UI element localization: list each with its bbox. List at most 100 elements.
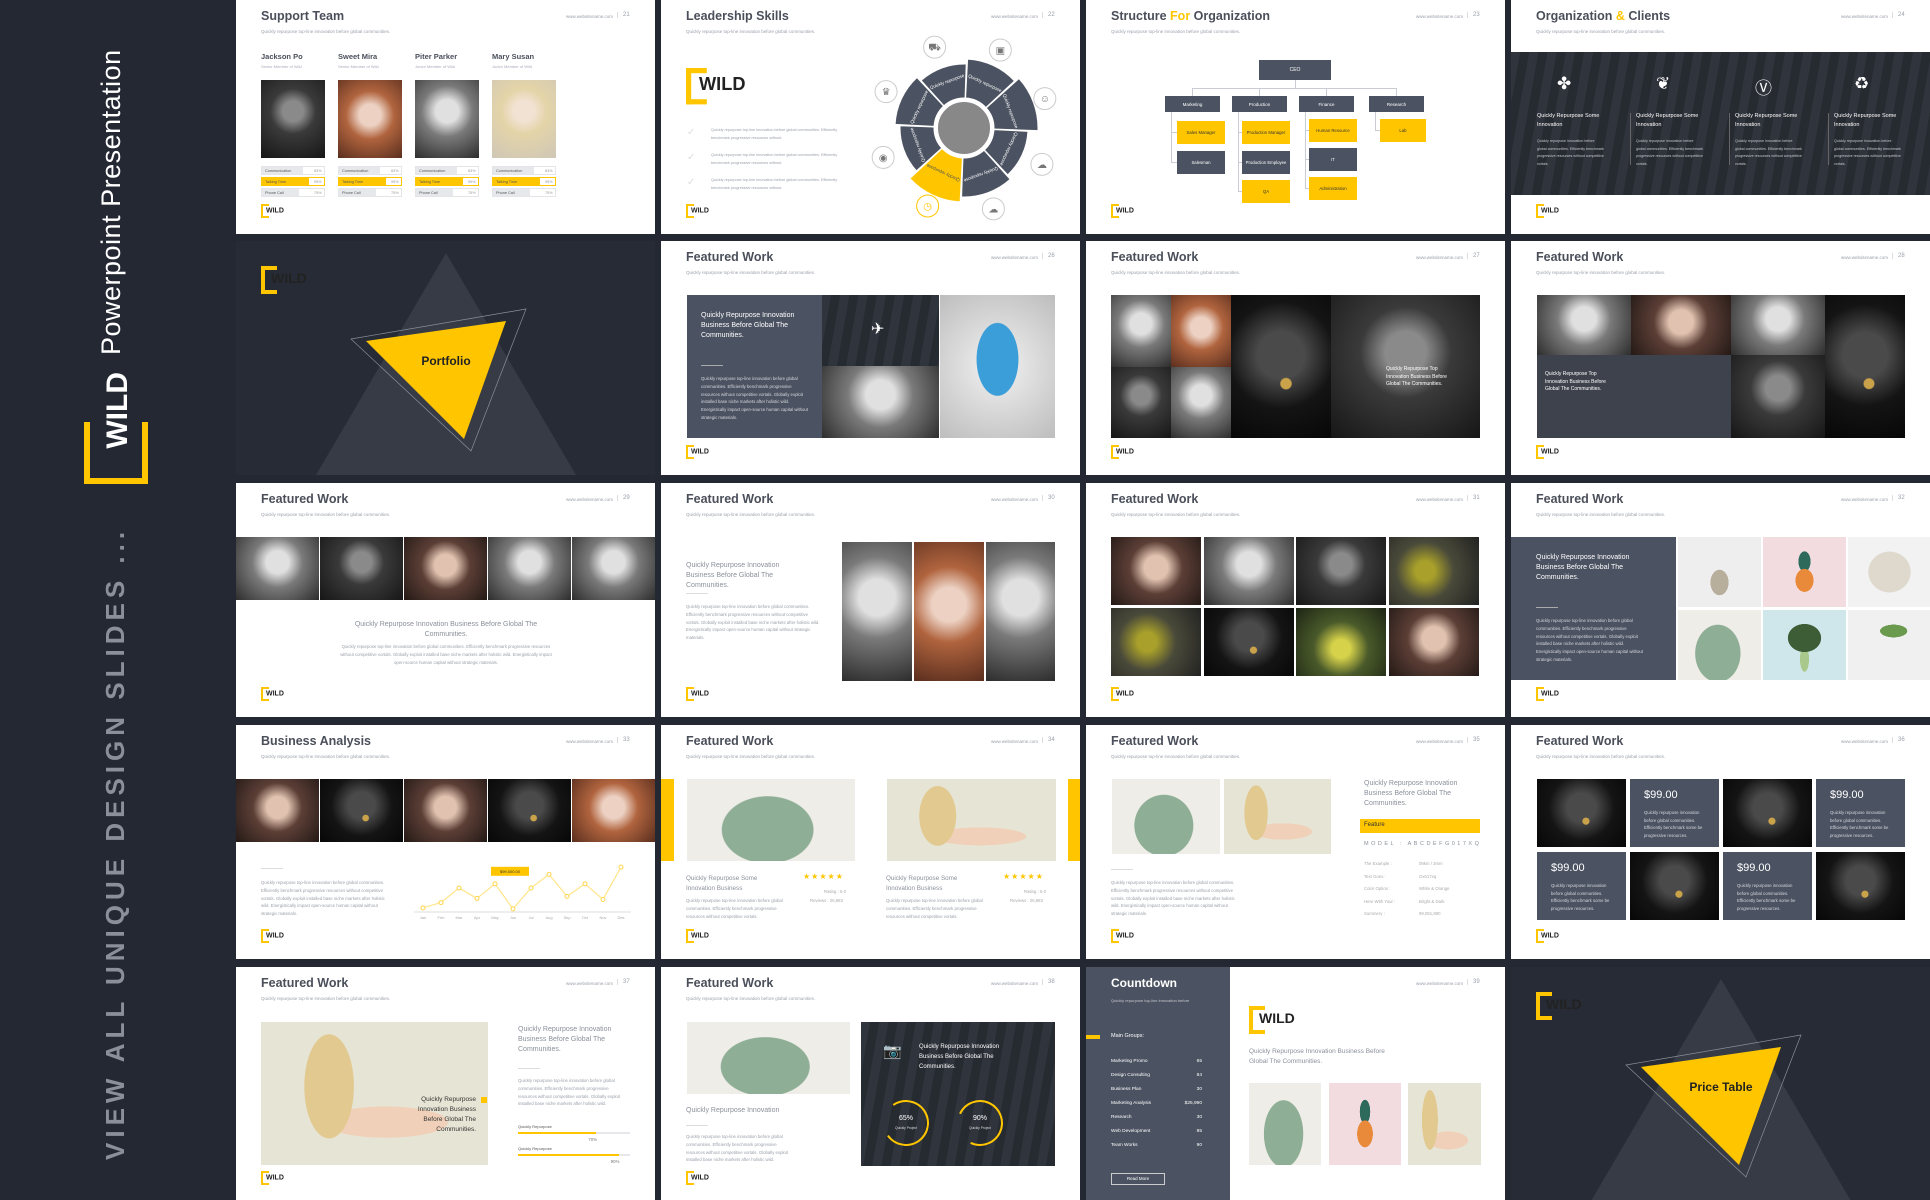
slide: Organization & Clients Quickly repurpose … xyxy=(1511,0,1930,234)
divider xyxy=(701,365,723,366)
org-box-department: Research xyxy=(1369,96,1424,112)
x-tick-label: Jan xyxy=(420,915,426,920)
divider xyxy=(1536,607,1558,608)
price-text: Quickly repurpose innovation before glob… xyxy=(1830,810,1889,838)
org-box-department: Production xyxy=(1232,96,1287,112)
org-line xyxy=(1192,88,1397,89)
skill-value: 75% xyxy=(545,190,553,195)
skill-bar: Phone Call 75% xyxy=(492,188,556,197)
rating-stars: ★★★★★ xyxy=(1003,872,1044,881)
feature-bar: Feature xyxy=(1360,819,1480,833)
price: $99.00 xyxy=(1644,789,1678,801)
logo-text: WILD xyxy=(1116,207,1134,215)
section-title: Portfolio xyxy=(421,354,471,368)
crown-icon: ♛ xyxy=(882,87,891,98)
section-slide: WILD Portfolio xyxy=(236,241,655,475)
group-name: Web Development xyxy=(1111,1129,1151,1134)
body-text: Quickly repurpose top-line innovation be… xyxy=(1111,880,1235,917)
skill-label: Communication xyxy=(342,168,369,173)
body-text: Quickly repurpose top-line innovation be… xyxy=(686,604,820,641)
recycle-icon: ♻ xyxy=(1854,74,1870,93)
slide-subtitle: Quickly repurpose top-line innovation be… xyxy=(686,270,816,275)
org-box-role: Lab xyxy=(1380,119,1426,142)
logo-text: WILD xyxy=(1541,690,1559,698)
slide-subtitle: Quickly repurpose top-line innovation be… xyxy=(261,996,391,1001)
wild-logo: WILD xyxy=(261,1171,284,1185)
website-url: www.websitename.com xyxy=(1416,497,1464,502)
skill-label: Phone Call xyxy=(342,190,361,195)
logo-text: WILD xyxy=(1259,1013,1295,1027)
slide-subtitle: Quickly repurpose top-line innovation be… xyxy=(1111,998,1190,1003)
group-name: Business Plan xyxy=(1111,1087,1142,1092)
photo xyxy=(1203,608,1294,676)
skill-value: 75% xyxy=(314,190,322,195)
title-part: Structure xyxy=(1111,9,1171,23)
group-name: Marketing Analysis xyxy=(1111,1101,1151,1106)
skill-bar: Communication 83% xyxy=(261,166,325,175)
org-line xyxy=(1259,88,1260,96)
slide-subtitle: Quickly repurpose top-line innovation be… xyxy=(1536,754,1666,759)
section-title: Price Table xyxy=(1689,1080,1753,1094)
price-card: $99.00 Quickly repurpose innovation befor… xyxy=(1630,779,1719,847)
x-tick-label: May xyxy=(491,915,499,920)
photo xyxy=(1723,779,1812,847)
user-icon: ☺ xyxy=(1040,94,1050,105)
divider xyxy=(1630,113,1631,165)
slide-subtitle: Quickly repurpose top-line innovation be… xyxy=(1111,270,1241,275)
heading: Quickly Repurpose Innovation Business Be… xyxy=(1364,780,1458,807)
paper-plane-icon: ✈ xyxy=(871,321,885,338)
wild-logo: WILD xyxy=(261,687,284,701)
photo xyxy=(1111,608,1201,676)
photo xyxy=(914,542,984,681)
logo-text: WILD xyxy=(1541,932,1559,940)
logo-text: WILD xyxy=(266,1174,284,1182)
panel-caption: Quickly Repurpose Top Innovation Busines… xyxy=(1545,371,1606,392)
slide: Featured Work Quickly repurpose top-line … xyxy=(661,967,1080,1200)
progress-label: Quickly Repurpose xyxy=(518,1146,552,1151)
page-number: 27 xyxy=(1467,253,1480,259)
section-slide: WILD Price Table xyxy=(1511,967,1930,1200)
x-tick-label: Nov xyxy=(599,915,606,920)
member-role: Senior Member of Wild xyxy=(338,64,379,69)
slide-title: Featured Work xyxy=(1536,250,1624,264)
divider xyxy=(518,1068,540,1069)
photo xyxy=(1763,537,1846,607)
data-point xyxy=(618,864,624,870)
slide: Business Analysis Quickly repurpose top-l… xyxy=(236,725,655,959)
price-text: Quickly repurpose innovation before glob… xyxy=(1737,883,1796,911)
org-box-role: Human Resource xyxy=(1309,119,1357,142)
body-text: Quickly repurpose top-line innovation be… xyxy=(518,1078,620,1107)
column-text: Quickly repurpose innovation before glob… xyxy=(1834,139,1901,166)
center-photo xyxy=(936,100,992,156)
photo xyxy=(488,537,571,600)
website-url: www.websitename.com xyxy=(566,981,614,986)
photo xyxy=(1630,852,1719,920)
logo-text: WILD xyxy=(1116,932,1134,940)
website-url: www.websitename.com xyxy=(991,981,1039,986)
rating-stars: ★★★★★ xyxy=(803,872,844,881)
skill-label: Phone Call xyxy=(419,190,438,195)
wild-logo: WILD xyxy=(261,204,284,218)
ring-value: 90% xyxy=(972,1115,987,1122)
group-value: $25,990 xyxy=(1184,1101,1202,1106)
logo-text: WILD xyxy=(691,1174,709,1182)
page-number: 32 xyxy=(1892,495,1905,501)
photo xyxy=(687,779,855,861)
photo xyxy=(1537,295,1631,355)
x-tick-label: Jul xyxy=(528,915,533,920)
photo xyxy=(1231,295,1331,438)
slide-title: Featured Work xyxy=(686,976,774,990)
data-point xyxy=(456,885,462,891)
photo xyxy=(1763,610,1846,680)
member-name: Mary Susan xyxy=(492,52,535,61)
read-more-button[interactable]: Read More xyxy=(1111,1173,1165,1185)
slide-title: Featured Work xyxy=(686,492,774,506)
page-number: 36 xyxy=(1892,737,1905,743)
slide-title: Countdown xyxy=(1111,976,1177,990)
slide-subtitle: Quickly repurpose top-line innovation be… xyxy=(1111,754,1241,759)
org-box-role: IT xyxy=(1309,148,1357,171)
skill-label: Talking Time xyxy=(265,179,287,184)
slide-title: Featured Work xyxy=(1536,492,1624,506)
website-url: www.websitename.com xyxy=(566,497,614,502)
logo-text: WILD xyxy=(1541,207,1559,215)
